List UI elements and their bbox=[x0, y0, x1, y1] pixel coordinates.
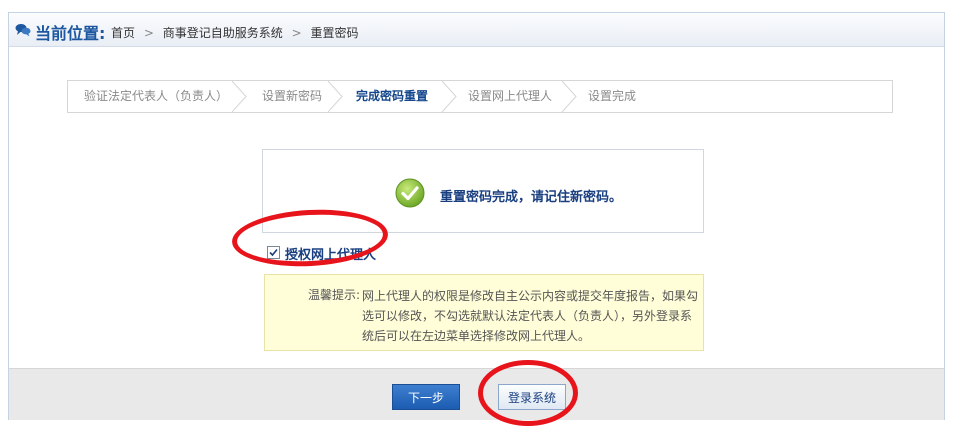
location-bar: 当前位置: 首页 > 商事登记自助服务系统 > 重置密码 bbox=[9, 13, 944, 47]
step-finished: 设置完成 bbox=[588, 89, 637, 103]
step-chevron-icon bbox=[561, 81, 577, 112]
step-verify-representative: 验证法定代表人（负责人） bbox=[84, 89, 229, 103]
step-chevron-icon bbox=[327, 81, 343, 112]
check-circle-icon bbox=[395, 178, 425, 208]
breadcrumb-system[interactable]: 商事登记自助服务系统 bbox=[163, 26, 283, 40]
location-label: 当前位置: bbox=[35, 24, 106, 43]
tip-text: 网上代理人的权限是修改自主公示内容或提交年度报告，如果勾选可以修改，不勾选就默认… bbox=[362, 289, 699, 343]
tip-panel: 温馨提示: 网上代理人的权限是修改自主公示内容或提交年度报告，如果勾选可以修改，… bbox=[264, 274, 704, 351]
step-chevron-icon bbox=[441, 81, 457, 112]
tip-title: 温馨提示: bbox=[308, 288, 361, 302]
next-step-button[interactable]: 下一步 bbox=[392, 384, 460, 410]
breadcrumb: 首页 > 商事登记自助服务系统 > 重置密码 bbox=[111, 24, 358, 41]
chat-bubbles-icon bbox=[15, 24, 31, 37]
step-set-password: 设置新密码 bbox=[262, 89, 323, 103]
action-bar: 下一步 登录系统 bbox=[9, 368, 944, 420]
step-complete-reset: 完成密码重置 bbox=[356, 89, 429, 103]
breadcrumb-separator: > bbox=[143, 26, 154, 40]
result-message: 重置密码完成，请记住新密码。 bbox=[440, 190, 623, 205]
breadcrumb-home[interactable]: 首页 bbox=[111, 26, 135, 40]
breadcrumb-current: 重置密码 bbox=[310, 26, 359, 40]
step-progress: 验证法定代表人（负责人） 设置新密码 完成密码重置 设置网上代理人 设置完成 bbox=[67, 80, 893, 113]
highlight-ellipse-login bbox=[478, 360, 578, 426]
step-chevron-icon bbox=[231, 81, 247, 112]
page-frame: 当前位置: 首页 > 商事登记自助服务系统 > 重置密码 验证法定代表人（负责人… bbox=[8, 12, 945, 420]
step-set-agent: 设置网上代理人 bbox=[468, 89, 553, 103]
breadcrumb-separator: > bbox=[291, 26, 302, 40]
